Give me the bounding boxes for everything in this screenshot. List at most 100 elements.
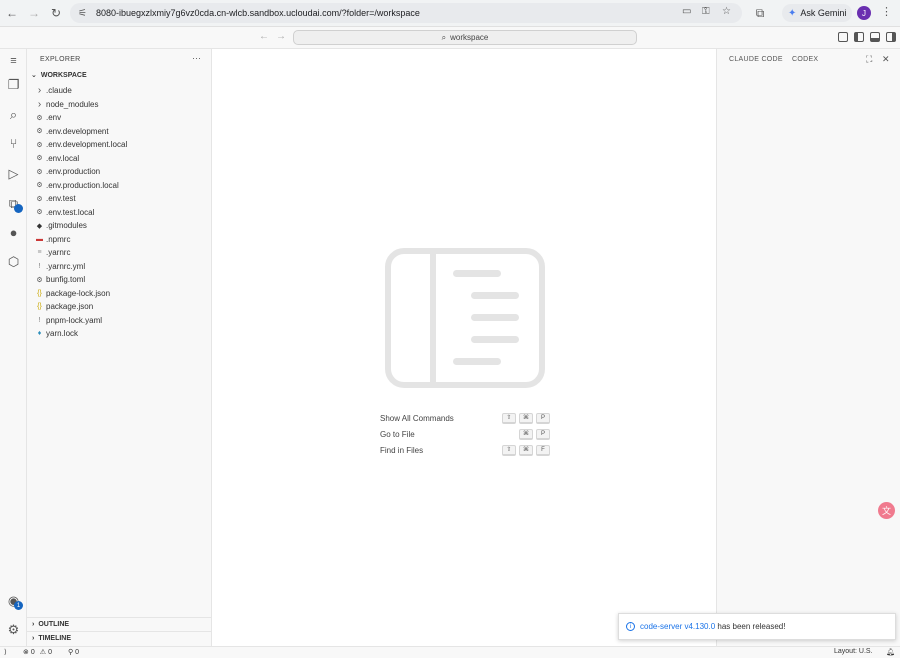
- manage-gear-icon[interactable]: ⚙: [4, 620, 23, 639]
- bookmark-star-icon[interactable]: ☆: [722, 6, 731, 17]
- file-item[interactable]: ⚙ .env.production.local: [27, 179, 212, 193]
- lines-icon: ≡: [37, 249, 42, 257]
- search-icon: ⌕: [441, 32, 447, 42]
- gear-icon: ⚙: [36, 195, 43, 203]
- reload-icon[interactable]: ↻: [48, 5, 64, 21]
- shortcut-keys: ⌘ P: [519, 428, 550, 440]
- translate-extension-icon[interactable]: 文: [878, 502, 895, 519]
- extensions-icon[interactable]: ⧉: [4, 194, 23, 213]
- source-control-icon[interactable]: ⑂: [4, 134, 23, 153]
- gear-icon: ⚙: [36, 128, 43, 136]
- keyboard-layout[interactable]: Layout: U.S.: [834, 648, 873, 655]
- github-icon[interactable]: ●: [4, 223, 23, 242]
- file-item[interactable]: ⚙ .env.test.local: [27, 206, 212, 220]
- problems-indicator[interactable]: ⊗ 0 ⚠ 0: [23, 648, 52, 657]
- address-bar[interactable]: ⚟ 8080-ibuegxzlxmiy7g6vz0cda.cn-wlcb.san…: [70, 3, 742, 23]
- accounts-icon[interactable]: ◉ 1: [4, 591, 23, 610]
- cast-icon[interactable]: ▭: [682, 6, 691, 17]
- run-debug-icon[interactable]: ▷: [4, 164, 23, 183]
- shortcut-label: Show All Commands: [380, 413, 454, 423]
- explorer-files-icon[interactable]: ❐: [4, 75, 23, 94]
- nav-back-icon[interactable]: ←: [259, 31, 269, 42]
- outline-section-header[interactable]: › OUTLINE: [27, 617, 212, 630]
- keycap: F: [536, 444, 550, 456]
- file-label: .env.development: [46, 126, 109, 136]
- extensions-puzzle-icon[interactable]: ⧉: [752, 5, 768, 21]
- file-item[interactable]: ⚙ bunfig.toml: [27, 273, 212, 287]
- forward-icon[interactable]: →: [26, 5, 42, 21]
- keycap: ⌘: [519, 428, 533, 440]
- file-label: .env.production: [46, 167, 101, 177]
- file-item[interactable]: ◆ .gitmodules: [27, 219, 212, 233]
- ports-icon: ⚲: [68, 649, 74, 656]
- file-item[interactable]: ⚙ .env: [27, 111, 212, 125]
- menu-icon[interactable]: ≡: [4, 51, 23, 70]
- file-item[interactable]: ⚙ .env.test: [27, 192, 212, 206]
- info-icon: i: [626, 622, 635, 631]
- url-text[interactable]: 8080-ibuegxzlxmiy7g6vz0cda.cn-wlcb.sandb…: [96, 8, 420, 18]
- customize-layout-icon[interactable]: [838, 32, 848, 42]
- shortcut-row[interactable]: Show All Commands ⇧ ⌘ P: [380, 410, 550, 426]
- tab-claude-code[interactable]: CLAUDE CODE: [729, 56, 783, 63]
- secondary-sidebar: CLAUDE CODE CODEX ⛶ ✕: [716, 49, 900, 646]
- workspace-section-header[interactable]: ⌄ WORKSPACE: [31, 71, 87, 80]
- notification-toast[interactable]: i code-server v4.130.0 has been released…: [618, 613, 896, 640]
- status-bar: ⟩ ⊗ 0 ⚠ 0 ⚲ 0 Layout: U.S. 🔔︎: [0, 646, 900, 658]
- gear-icon: ⚙: [36, 114, 43, 122]
- shortcut-row[interactable]: Find in Files ⇧ ⌘ F: [380, 442, 550, 458]
- file-item[interactable]: {} package.json: [27, 300, 212, 314]
- search-icon[interactable]: ⌕: [4, 105, 23, 124]
- vscode-watermark-icon: [385, 248, 545, 388]
- explorer-sidebar: EXPLORER ··· ⌄ WORKSPACE › .claude › node_m…: [27, 49, 212, 646]
- timeline-section-header[interactable]: › TIMELINE: [27, 631, 212, 644]
- file-label: package-lock.json: [46, 288, 111, 298]
- tab-codex[interactable]: CODEX: [792, 56, 818, 63]
- command-center-search[interactable]: ⌕ workspace: [293, 30, 637, 45]
- remote-box-icon[interactable]: ⬡: [4, 252, 23, 271]
- toggle-primary-sidebar-icon[interactable]: [854, 32, 864, 42]
- file-item[interactable]: ▬ .npmrc: [27, 233, 212, 247]
- error-count: 0: [30, 648, 35, 656]
- maximize-icon[interactable]: ⛶: [866, 54, 872, 65]
- gear-icon: ⚙: [36, 182, 43, 190]
- folder-item[interactable]: › .claude: [27, 84, 212, 98]
- ports-indicator[interactable]: ⚲ 0: [68, 648, 80, 657]
- password-key-icon[interactable]: ⚿: [702, 6, 710, 17]
- folder-item[interactable]: › node_modules: [27, 98, 212, 112]
- file-item[interactable]: ⚙ .env.production: [27, 165, 212, 179]
- extensions-badge: [14, 204, 23, 213]
- close-icon[interactable]: ✕: [882, 54, 890, 65]
- nav-forward-icon[interactable]: →: [276, 31, 286, 42]
- explorer-more-icon[interactable]: ···: [192, 53, 201, 63]
- shortcut-row[interactable]: Go to File ⌘ P: [380, 426, 550, 442]
- file-item[interactable]: ≡ .yarnrc: [27, 246, 212, 260]
- file-item[interactable]: ⚙ .env.development: [27, 125, 212, 139]
- file-item[interactable]: {} package-lock.json: [27, 287, 212, 301]
- exclamation-icon: !: [38, 262, 41, 270]
- remote-indicator-icon[interactable]: ⟩: [4, 648, 7, 656]
- file-label: package.json: [46, 302, 94, 312]
- chevron-right-icon: ›: [32, 620, 35, 628]
- release-link[interactable]: code-server v4.130.0: [640, 622, 715, 631]
- file-label: .env: [46, 113, 62, 123]
- file-item[interactable]: ♦ yarn.lock: [27, 327, 212, 341]
- back-icon[interactable]: ←: [4, 5, 20, 21]
- file-item[interactable]: ⚙ .env.local: [27, 152, 212, 166]
- browser-menu-icon[interactable]: ⋮: [881, 5, 892, 18]
- keycap: ⌘: [519, 412, 533, 424]
- warning-count: 0: [48, 648, 52, 656]
- explorer-title: EXPLORER: [40, 56, 81, 63]
- gemini-sparkle-icon: ✦: [788, 7, 797, 19]
- toggle-secondary-sidebar-icon[interactable]: [886, 32, 896, 42]
- site-info-icon[interactable]: ⚟: [78, 8, 90, 19]
- notifications-bell-icon[interactable]: 🔔︎: [886, 648, 895, 656]
- file-item[interactable]: ⚙ .env.development.local: [27, 138, 212, 152]
- keycap: ⇧: [502, 444, 516, 456]
- ports-count: 0: [75, 648, 80, 656]
- ask-gemini-button[interactable]: ✦ Ask Gemini: [782, 4, 853, 22]
- toggle-panel-icon[interactable]: [870, 32, 880, 42]
- file-item[interactable]: ! .yarnrc.yml: [27, 260, 212, 274]
- profile-avatar[interactable]: J: [857, 6, 871, 20]
- keycap: ⌘: [519, 444, 533, 456]
- file-item[interactable]: ! pnpm-lock.yaml: [27, 314, 212, 328]
